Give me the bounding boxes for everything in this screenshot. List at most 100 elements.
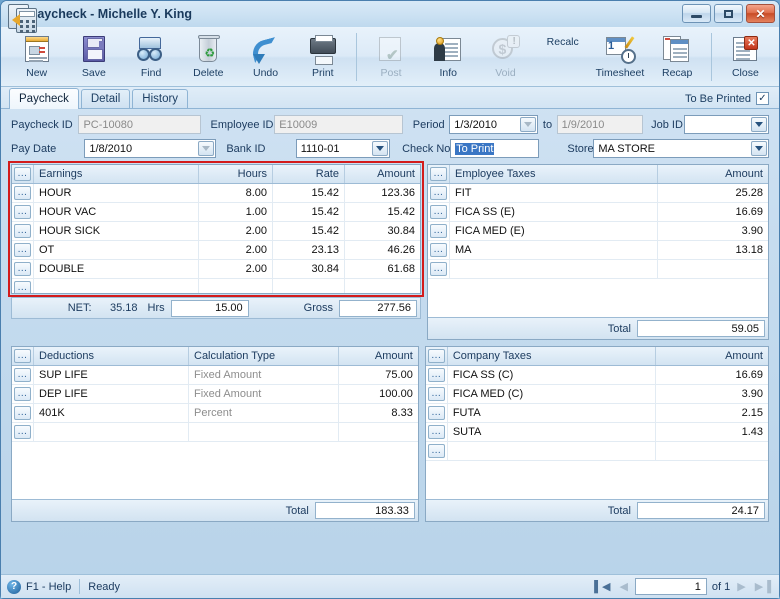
check-no-field[interactable]: To Print xyxy=(450,139,540,158)
employee-tax-name-cell[interactable]: MA xyxy=(450,241,658,259)
toolbar-undo-button[interactable]: Undo xyxy=(238,31,293,85)
tab-history[interactable]: History xyxy=(132,89,189,108)
toolbar-find-button[interactable]: Find xyxy=(123,31,178,85)
earnings-amount-cell[interactable]: 30.84 xyxy=(345,222,420,240)
row-selector[interactable]: … xyxy=(12,184,34,202)
pay-date-dropdown-icon[interactable] xyxy=(198,141,215,156)
deduction-name-cell[interactable]: DEP LIFE xyxy=(34,385,189,403)
earnings-rate-cell[interactable]: 15.42 xyxy=(273,222,345,240)
row-selector[interactable]: … xyxy=(426,404,448,422)
row-selector[interactable]: … xyxy=(426,366,448,384)
employee-tax-amount-cell[interactable] xyxy=(658,260,768,278)
table-row[interactable]: … xyxy=(12,423,418,442)
maximize-button[interactable] xyxy=(714,4,743,23)
close-button[interactable]: ✕ xyxy=(746,4,775,23)
table-row[interactable]: … 401K Percent 8.33 xyxy=(12,404,418,423)
earnings-name-cell[interactable]: HOUR VAC xyxy=(34,203,199,221)
earnings-amount-cell[interactable]: 15.42 xyxy=(345,203,420,221)
table-row[interactable]: … DOUBLE 2.00 30.84 61.68 xyxy=(12,260,420,279)
employee-tax-name-cell[interactable]: FICA SS (E) xyxy=(450,203,658,221)
employee-tax-amount-cell[interactable]: 25.28 xyxy=(658,184,768,202)
employee-tax-name-cell[interactable] xyxy=(450,260,658,278)
table-row[interactable]: … FICA MED (E) 3.90 xyxy=(428,222,768,241)
toolbar-recap-button[interactable]: Recap xyxy=(650,31,705,85)
to-be-printed-checkbox[interactable]: ✓ xyxy=(756,92,769,105)
table-row[interactable]: … FICA MED (C) 3.90 xyxy=(425,385,768,404)
deduction-name-cell[interactable]: SUP LIFE xyxy=(34,366,189,384)
help-label[interactable]: F1 - Help xyxy=(26,581,71,593)
table-row[interactable]: … xyxy=(428,260,768,279)
row-selector[interactable]: … xyxy=(12,404,34,422)
period-dropdown-icon[interactable] xyxy=(519,117,536,132)
employee-tax-name-cell[interactable]: FIT xyxy=(450,184,658,202)
row-selector[interactable]: … xyxy=(428,184,450,202)
row-selector[interactable]: … xyxy=(12,423,34,441)
toolbar-info-button[interactable]: Info xyxy=(421,31,476,85)
table-row[interactable]: … FIT 25.28 xyxy=(428,184,768,203)
earnings-hours-cell[interactable]: 2.00 xyxy=(199,241,273,259)
earnings-hours-cell[interactable]: 2.00 xyxy=(199,222,273,240)
earnings-hours-cell[interactable]: 8.00 xyxy=(199,184,273,202)
earnings-name-cell[interactable]: DOUBLE xyxy=(34,260,199,278)
employee-tax-name-cell[interactable]: FICA MED (E) xyxy=(450,222,658,240)
row-selector[interactable]: … xyxy=(12,385,34,403)
row-selector[interactable]: … xyxy=(12,279,34,293)
toolbar-delete-button[interactable]: ♻ Delete xyxy=(181,31,236,85)
company-tax-name-cell[interactable]: SUTA xyxy=(448,423,656,441)
row-selector[interactable]: … xyxy=(426,423,448,441)
row-selector[interactable]: … xyxy=(12,203,34,221)
toolbar-print-button[interactable]: Print xyxy=(295,31,350,85)
earnings-amount-cell[interactable] xyxy=(345,279,420,293)
deduction-amount-cell[interactable] xyxy=(339,423,418,441)
table-row[interactable]: … FICA SS (E) 16.69 xyxy=(428,203,768,222)
bank-id-dropdown-icon[interactable] xyxy=(372,141,389,156)
store-id-field[interactable]: MA STORE xyxy=(593,139,769,158)
table-row[interactable]: … HOUR VAC 1.00 15.42 15.42 xyxy=(12,203,420,222)
earnings-name-cell[interactable]: HOUR SICK xyxy=(34,222,199,240)
table-row[interactable]: … HOUR 8.00 15.42 123.36 xyxy=(12,184,420,203)
question-mark-icon[interactable]: ? xyxy=(7,579,21,594)
company-tax-name-cell[interactable]: FICA SS (C) xyxy=(448,366,656,384)
earnings-amount-cell[interactable]: 61.68 xyxy=(345,260,420,278)
nav-first-button[interactable]: ▌◀ xyxy=(592,580,612,593)
employee-tax-amount-cell[interactable]: 13.18 xyxy=(658,241,768,259)
table-row[interactable]: … SUTA 1.43 xyxy=(425,423,768,442)
minimize-button[interactable] xyxy=(682,4,711,23)
toolbar-close-button[interactable]: ✕ Close xyxy=(718,31,773,85)
row-selector[interactable]: … xyxy=(428,241,450,259)
row-selector[interactable]: … xyxy=(428,260,450,278)
row-selector[interactable]: … xyxy=(12,260,34,278)
table-row[interactable]: … xyxy=(425,442,768,461)
toolbar-save-button[interactable]: Save xyxy=(66,31,121,85)
toolbar-recalc-button[interactable]: Recalc xyxy=(8,4,590,85)
earnings-name-cell[interactable]: OT xyxy=(34,241,199,259)
earnings-hours-cell[interactable]: 2.00 xyxy=(199,260,273,278)
table-row[interactable]: … OT 2.00 23.13 46.26 xyxy=(12,241,420,260)
company-tax-name-cell[interactable] xyxy=(448,442,656,460)
row-selector[interactable]: … xyxy=(428,203,450,221)
row-selector[interactable]: … xyxy=(12,222,34,240)
deduction-amount-cell[interactable]: 100.00 xyxy=(339,385,418,403)
toolbar-new-button[interactable]: New xyxy=(9,31,64,85)
table-row[interactable]: … MA 13.18 xyxy=(428,241,768,260)
earnings-hours-cell[interactable] xyxy=(199,279,273,293)
earnings-rate-cell[interactable]: 30.84 xyxy=(273,260,345,278)
job-id-field[interactable] xyxy=(683,115,770,134)
job-id-dropdown-icon[interactable] xyxy=(751,117,768,132)
earnings-rate-cell[interactable]: 15.42 xyxy=(273,184,345,202)
row-selector[interactable]: … xyxy=(12,241,34,259)
company-tax-name-cell[interactable]: FICA MED (C) xyxy=(448,385,656,403)
row-selector[interactable]: … xyxy=(428,222,450,240)
company-tax-amount-cell[interactable] xyxy=(656,442,768,460)
company-tax-name-cell[interactable]: FUTA xyxy=(448,404,656,422)
earnings-name-cell[interactable]: HOUR xyxy=(34,184,199,202)
table-row[interactable]: … FICA SS (C) 16.69 xyxy=(425,366,768,385)
company-tax-amount-cell[interactable]: 16.69 xyxy=(656,366,768,384)
earnings-rate-cell[interactable]: 15.42 xyxy=(273,203,345,221)
row-selector[interactable]: … xyxy=(426,385,448,403)
tab-detail[interactable]: Detail xyxy=(80,89,131,108)
store-id-dropdown-icon[interactable] xyxy=(750,141,767,156)
toolbar-timesheet-button[interactable]: 1 Timesheet xyxy=(592,31,647,85)
company-tax-amount-cell[interactable]: 3.90 xyxy=(656,385,768,403)
pay-date-field[interactable]: 1/8/2010 xyxy=(84,139,217,158)
